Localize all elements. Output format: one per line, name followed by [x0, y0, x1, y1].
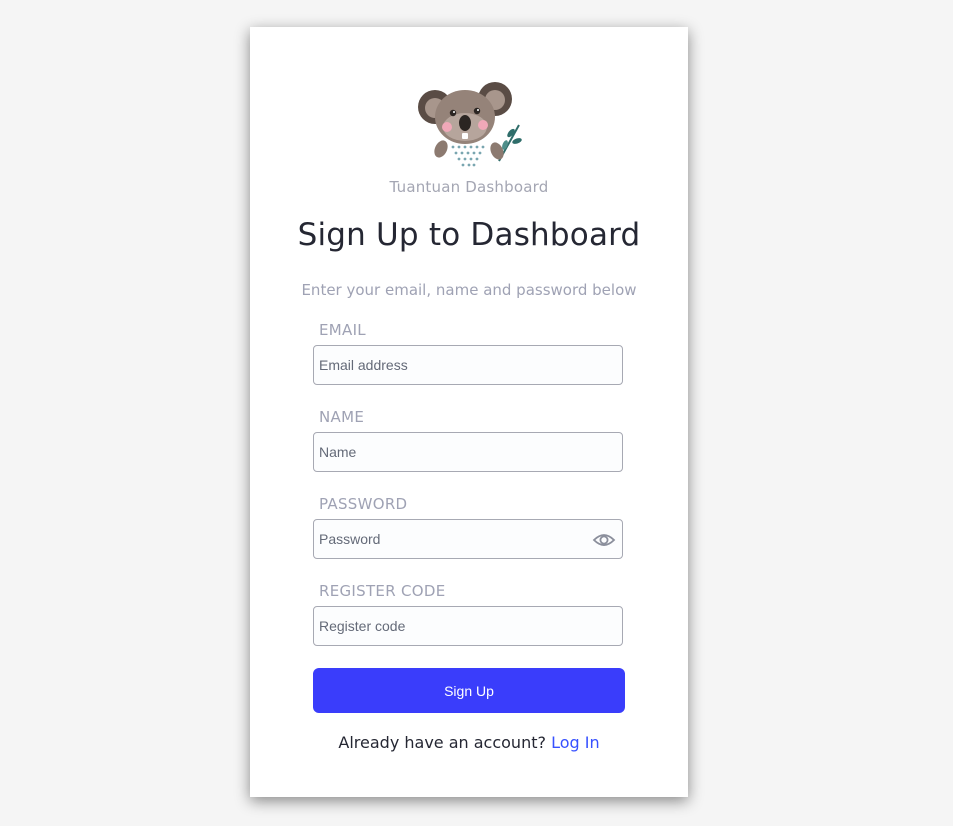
password-field[interactable] [314, 520, 622, 558]
login-link[interactable]: Log In [551, 733, 600, 752]
signup-card: Tuantuan Dashboard Sign Up to Dashboard … [250, 27, 688, 797]
email-field[interactable] [314, 346, 622, 384]
name-field[interactable] [314, 433, 622, 471]
login-prompt-text: Already have an account? [338, 733, 546, 752]
koala-icon [418, 82, 522, 170]
eye-icon[interactable] [592, 529, 616, 551]
password-field-wrapper [313, 519, 623, 559]
email-label: EMAIL [319, 321, 366, 339]
login-prompt: Already have an account? Log In [250, 733, 688, 752]
register-code-field[interactable] [314, 607, 622, 645]
brand-name: Tuantuan Dashboard [389, 178, 549, 196]
page-title: Sign Up to Dashboard [297, 217, 641, 253]
sign-up-button[interactable]: Sign Up [313, 668, 625, 713]
password-label: PASSWORD [319, 495, 408, 513]
register-code-field-wrapper [313, 606, 623, 646]
page-subtitle: Enter your email, name and password belo… [301, 281, 637, 299]
register-code-label: REGISTER CODE [319, 582, 446, 600]
email-field-wrapper [313, 345, 623, 385]
name-field-wrapper [313, 432, 623, 472]
name-label: NAME [319, 408, 365, 426]
